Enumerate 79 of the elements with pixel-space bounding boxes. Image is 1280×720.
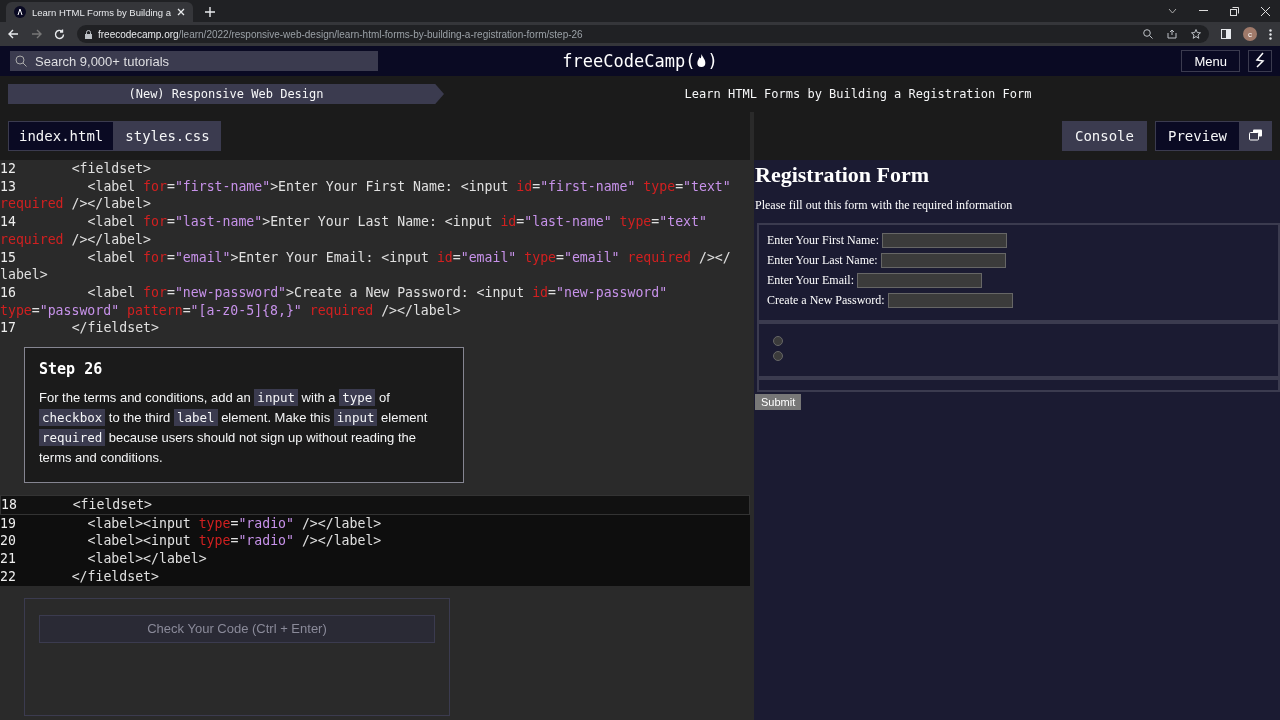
new-tab-icon[interactable] (205, 7, 216, 17)
tab-title: Learn HTML Forms by Building a (32, 6, 172, 18)
field-label: Enter Your Email: (767, 273, 854, 288)
search-placeholder: Search 9,000+ tutorials (35, 53, 170, 69)
line-number: 12 (0, 160, 17, 178)
star-icon[interactable] (1191, 29, 1201, 39)
close-icon[interactable] (177, 8, 186, 16)
line-number: 16 (0, 283, 17, 302)
code-line: <fieldset> (70, 160, 152, 178)
lightning-icon (1255, 51, 1265, 68)
code-line: <label for="new-password">Create a New Password: <input id="new-password" (86, 283, 668, 302)
step-title: Step 26 (39, 360, 104, 379)
flame-icon (696, 54, 707, 68)
pane-tab[interactable]: Preview (1155, 121, 1240, 151)
input-field[interactable] (857, 273, 982, 288)
code-line: label> (0, 266, 49, 284)
side-panel-icon[interactable] (1221, 29, 1231, 39)
code-line: <fieldset> (71, 496, 153, 514)
code-line: <label><input type="radio" /></label> (86, 532, 382, 551)
line-number: 13 (0, 177, 17, 196)
radio-button[interactable] (773, 351, 783, 361)
line-number: 19 (0, 514, 17, 533)
forward-icon[interactable] (31, 29, 42, 39)
back-icon[interactable] (8, 29, 19, 39)
line-number: 20 (0, 532, 17, 551)
windows-icon (1249, 129, 1263, 141)
restore-icon[interactable] (1230, 6, 1239, 16)
search-field[interactable]: Search 9,000+ tutorials (10, 51, 378, 71)
field-label: Enter Your First Name: (767, 233, 879, 248)
pane-tab[interactable]: Console (1061, 121, 1147, 151)
field-label: Enter Your Last Name: (767, 253, 878, 268)
code-line: <label for="email">Enter Your Email: <input id="email" type="email" required /></ (86, 248, 731, 267)
popout-button[interactable] (1240, 121, 1272, 151)
avatar[interactable]: c (1243, 27, 1257, 41)
line-number: 21 (0, 550, 17, 568)
site-icon (14, 6, 26, 18)
input-field[interactable] (887, 293, 1013, 308)
line-number: 17 (0, 319, 17, 337)
reload-icon[interactable] (54, 28, 65, 40)
code-line: <label></label> (86, 550, 207, 568)
zoom-icon[interactable] (1143, 29, 1153, 39)
search-icon (15, 55, 27, 67)
breadcrumb-title: Learn HTML Forms by Building a Registration Form (684, 87, 1032, 101)
language-button[interactable] (1248, 50, 1272, 72)
code-line: <label><input type="radio" /></label> (86, 514, 382, 533)
form-heading: Registration Form (755, 162, 931, 188)
line-number: 22 (0, 567, 17, 586)
close-icon[interactable] (1261, 6, 1270, 16)
code-line: type="password" pattern="[a-z0-5]{8,}" required /></label> (0, 301, 462, 320)
browser-tab[interactable]: Learn HTML Forms by Building a (6, 2, 194, 22)
field-label: Create a New Password: (767, 293, 885, 308)
form-intro: Please fill out this form with the required information (755, 198, 1014, 213)
submit-button[interactable]: Submit (755, 394, 802, 410)
minimize-icon[interactable] (1199, 10, 1208, 12)
file-tab[interactable]: styles.css (114, 121, 221, 151)
line-number: 14 (0, 213, 17, 231)
step-instructions: For the terms and conditions, add an input with a type of checkbox to the third label element. Make this input element required because users should not sign up without reading the terms and conditions. (39, 388, 429, 468)
url-text: freecodecamp.org/learn/2022/responsive-web-design/learn-html-forms-by-building-a-registration-form/step-26 (98, 28, 583, 40)
share-icon[interactable] (1167, 29, 1177, 39)
radio-button[interactable] (773, 336, 783, 346)
file-tab[interactable]: index.html (8, 121, 115, 151)
input-field[interactable] (880, 253, 1006, 268)
input-field[interactable] (882, 233, 1007, 248)
logo-text: freeCodeCamp( (562, 51, 696, 71)
code-line: <label for="first-name">Enter Your First Name: <input id="first-name" type="text" (86, 177, 731, 196)
address-bar[interactable]: freecodecamp.org/learn/2022/responsive-web-design/learn-html-forms-by-building-a-registration-form/step-26 (77, 25, 1209, 43)
menu-button[interactable]: Menu (1181, 50, 1240, 72)
line-number: 15 (0, 248, 17, 267)
code-line: </fieldset> (70, 567, 159, 586)
code-line: <label for="last-name">Enter Your Last Name: <input id="last-name" type="text" (86, 213, 707, 231)
chevron-down-icon[interactable] (1168, 8, 1177, 14)
more-icon[interactable] (1269, 28, 1272, 40)
line-number: 18 (1, 496, 18, 514)
code-line: required /></label> (0, 195, 152, 214)
logo-text: ) (707, 51, 718, 71)
code-line: </fieldset> (70, 319, 159, 338)
breadcrumb-link[interactable]: (New) Responsive Web Design (8, 84, 444, 104)
code-line: required /></label> (0, 230, 152, 249)
lock-icon (85, 29, 92, 39)
